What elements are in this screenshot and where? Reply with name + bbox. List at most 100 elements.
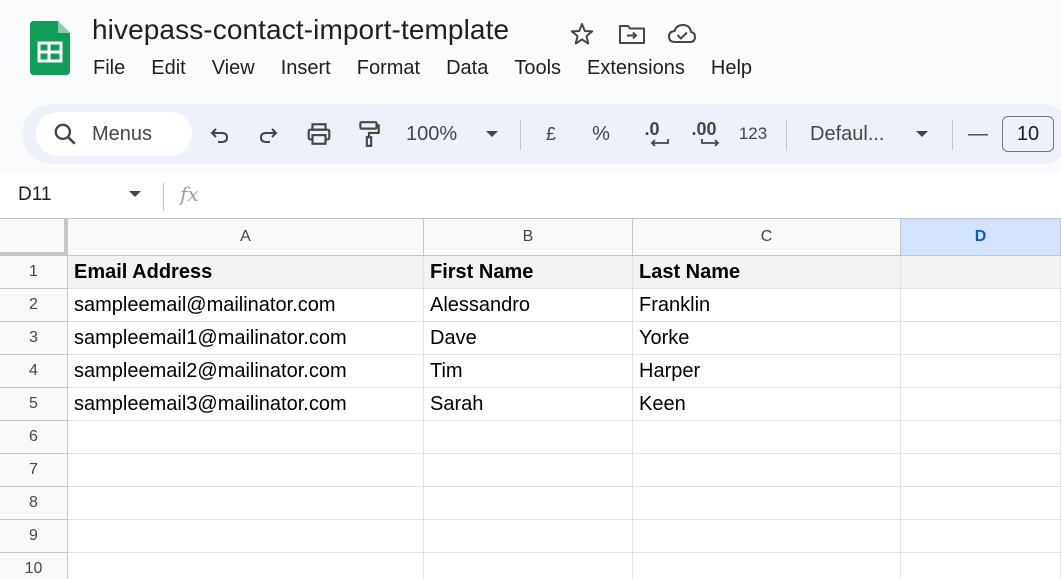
font-family-dropdown[interactable]	[912, 118, 932, 150]
paint-format-button[interactable]	[352, 118, 386, 150]
cell-a7[interactable]	[68, 454, 424, 487]
cell-d1[interactable]	[901, 256, 1061, 289]
cell-b5[interactable]: Sarah	[424, 388, 633, 421]
cell-c5[interactable]: Keen	[633, 388, 901, 421]
fx-icon: fx	[180, 182, 199, 206]
undo-icon	[210, 128, 229, 143]
spreadsheet-grid: A B C D 1 Email Address First Name Last Nam…	[0, 219, 1061, 579]
search-label: Menus	[92, 122, 153, 145]
name-box[interactable]: D11	[18, 184, 51, 206]
cell-d5[interactable]	[901, 388, 1061, 421]
cell-a8[interactable]	[68, 487, 424, 520]
decrease-decimal-button[interactable]: .0	[632, 118, 672, 150]
row-header-10[interactable]: 10	[0, 553, 68, 579]
cell-c4[interactable]: Harper	[633, 355, 901, 388]
font-family-value[interactable]: Defaul...	[810, 118, 906, 150]
star-icon[interactable]	[565, 20, 599, 48]
cell-c9[interactable]	[633, 520, 901, 553]
cell-b4[interactable]: Tim	[424, 355, 633, 388]
chevron-down-icon	[486, 131, 498, 137]
decrease-font-size-button[interactable]: —	[966, 118, 990, 150]
cell-c7[interactable]	[633, 454, 901, 487]
row-header-8[interactable]: 8	[0, 487, 68, 520]
cell-a4[interactable]: sampleemail2@mailinator.com	[68, 355, 424, 388]
menu-edit[interactable]: Edit	[138, 54, 198, 83]
cell-d10[interactable]	[901, 553, 1061, 579]
cell-a10[interactable]	[68, 553, 424, 579]
document-title[interactable]: hivepass-contact-import-template	[92, 14, 509, 46]
cell-d9[interactable]	[901, 520, 1061, 553]
cell-d7[interactable]	[901, 454, 1061, 487]
cell-c2[interactable]: Franklin	[633, 289, 901, 322]
cell-b6[interactable]	[424, 421, 633, 454]
row-header-1[interactable]: 1	[0, 256, 68, 289]
zoom-dropdown[interactable]	[482, 118, 502, 150]
currency-button[interactable]: £	[536, 118, 566, 150]
cell-a5[interactable]: sampleemail3@mailinator.com	[68, 388, 424, 421]
cell-c1[interactable]: Last Name	[633, 256, 901, 289]
cell-b7[interactable]	[424, 454, 633, 487]
cell-d3[interactable]	[901, 322, 1061, 355]
chevron-down-icon[interactable]	[128, 189, 142, 199]
font-size-input[interactable]: 10	[1002, 116, 1054, 152]
zoom-value[interactable]: 100%	[406, 118, 466, 150]
cell-d4[interactable]	[901, 355, 1061, 388]
redo-button[interactable]	[252, 118, 284, 150]
cell-b3[interactable]: Dave	[424, 322, 633, 355]
cell-c3[interactable]: Yorke	[633, 322, 901, 355]
cloud-saved-icon[interactable]	[665, 20, 699, 48]
cell-c10[interactable]	[633, 553, 901, 579]
menu-help[interactable]: Help	[698, 54, 765, 83]
row-header-9[interactable]: 9	[0, 520, 68, 553]
cell-a3[interactable]: sampleemail1@mailinator.com	[68, 322, 424, 355]
row-header-2[interactable]: 2	[0, 289, 68, 322]
cell-d2[interactable]	[901, 289, 1061, 322]
menus-search[interactable]: Menus	[36, 112, 192, 156]
menu-format[interactable]: Format	[344, 54, 433, 83]
menu-tools[interactable]: Tools	[501, 54, 574, 83]
menu-insert[interactable]: Insert	[268, 54, 344, 83]
cell-a2[interactable]: sampleemail@mailinator.com	[68, 289, 424, 322]
increase-decimal-button[interactable]: .00	[684, 118, 724, 150]
select-all-corner[interactable]	[0, 219, 68, 256]
menu-file[interactable]: File	[80, 54, 138, 83]
increase-decimal-label: .00	[691, 119, 717, 139]
row-header-7[interactable]: 7	[0, 454, 68, 487]
cell-b1[interactable]: First Name	[424, 256, 633, 289]
row-header-3[interactable]: 3	[0, 322, 68, 355]
row-header-4[interactable]: 4	[0, 355, 68, 388]
cell-d8[interactable]	[901, 487, 1061, 520]
sheets-logo-icon[interactable]	[30, 21, 70, 75]
cell-a6[interactable]	[68, 421, 424, 454]
cell-b10[interactable]	[424, 553, 633, 579]
cell-b8[interactable]	[424, 487, 633, 520]
cell-a9[interactable]	[68, 520, 424, 553]
column-header-c[interactable]: C	[633, 219, 901, 256]
title-actions	[565, 20, 699, 48]
menu-view[interactable]: View	[199, 54, 268, 83]
search-icon	[54, 123, 76, 145]
menu-data[interactable]: Data	[433, 54, 501, 83]
redo-icon	[259, 128, 278, 143]
cell-b2[interactable]: Alessandro	[424, 289, 633, 322]
arrow-right-icon	[701, 139, 720, 147]
column-header-b[interactable]: B	[424, 219, 633, 256]
cell-c8[interactable]	[633, 487, 901, 520]
row-header-6[interactable]: 6	[0, 421, 68, 454]
number-format-button[interactable]: 123	[736, 118, 770, 150]
cell-a1[interactable]: Email Address	[68, 256, 424, 289]
cell-c6[interactable]	[633, 421, 901, 454]
move-to-folder-icon[interactable]	[615, 20, 649, 48]
row-header-5[interactable]: 5	[0, 388, 68, 421]
print-icon	[307, 123, 331, 145]
cell-b9[interactable]	[424, 520, 633, 553]
menu-extensions[interactable]: Extensions	[574, 54, 698, 83]
percent-button[interactable]: %	[586, 118, 616, 150]
cell-d6[interactable]	[901, 421, 1061, 454]
column-header-d[interactable]: D	[901, 219, 1061, 256]
column-header-a[interactable]: A	[68, 219, 424, 256]
print-button[interactable]	[302, 118, 336, 150]
chevron-down-icon	[916, 131, 928, 137]
toolbar-area: Menus 100% £ % .0 .00 123 Defaul... — 10	[0, 98, 1061, 174]
undo-button[interactable]	[204, 118, 236, 150]
